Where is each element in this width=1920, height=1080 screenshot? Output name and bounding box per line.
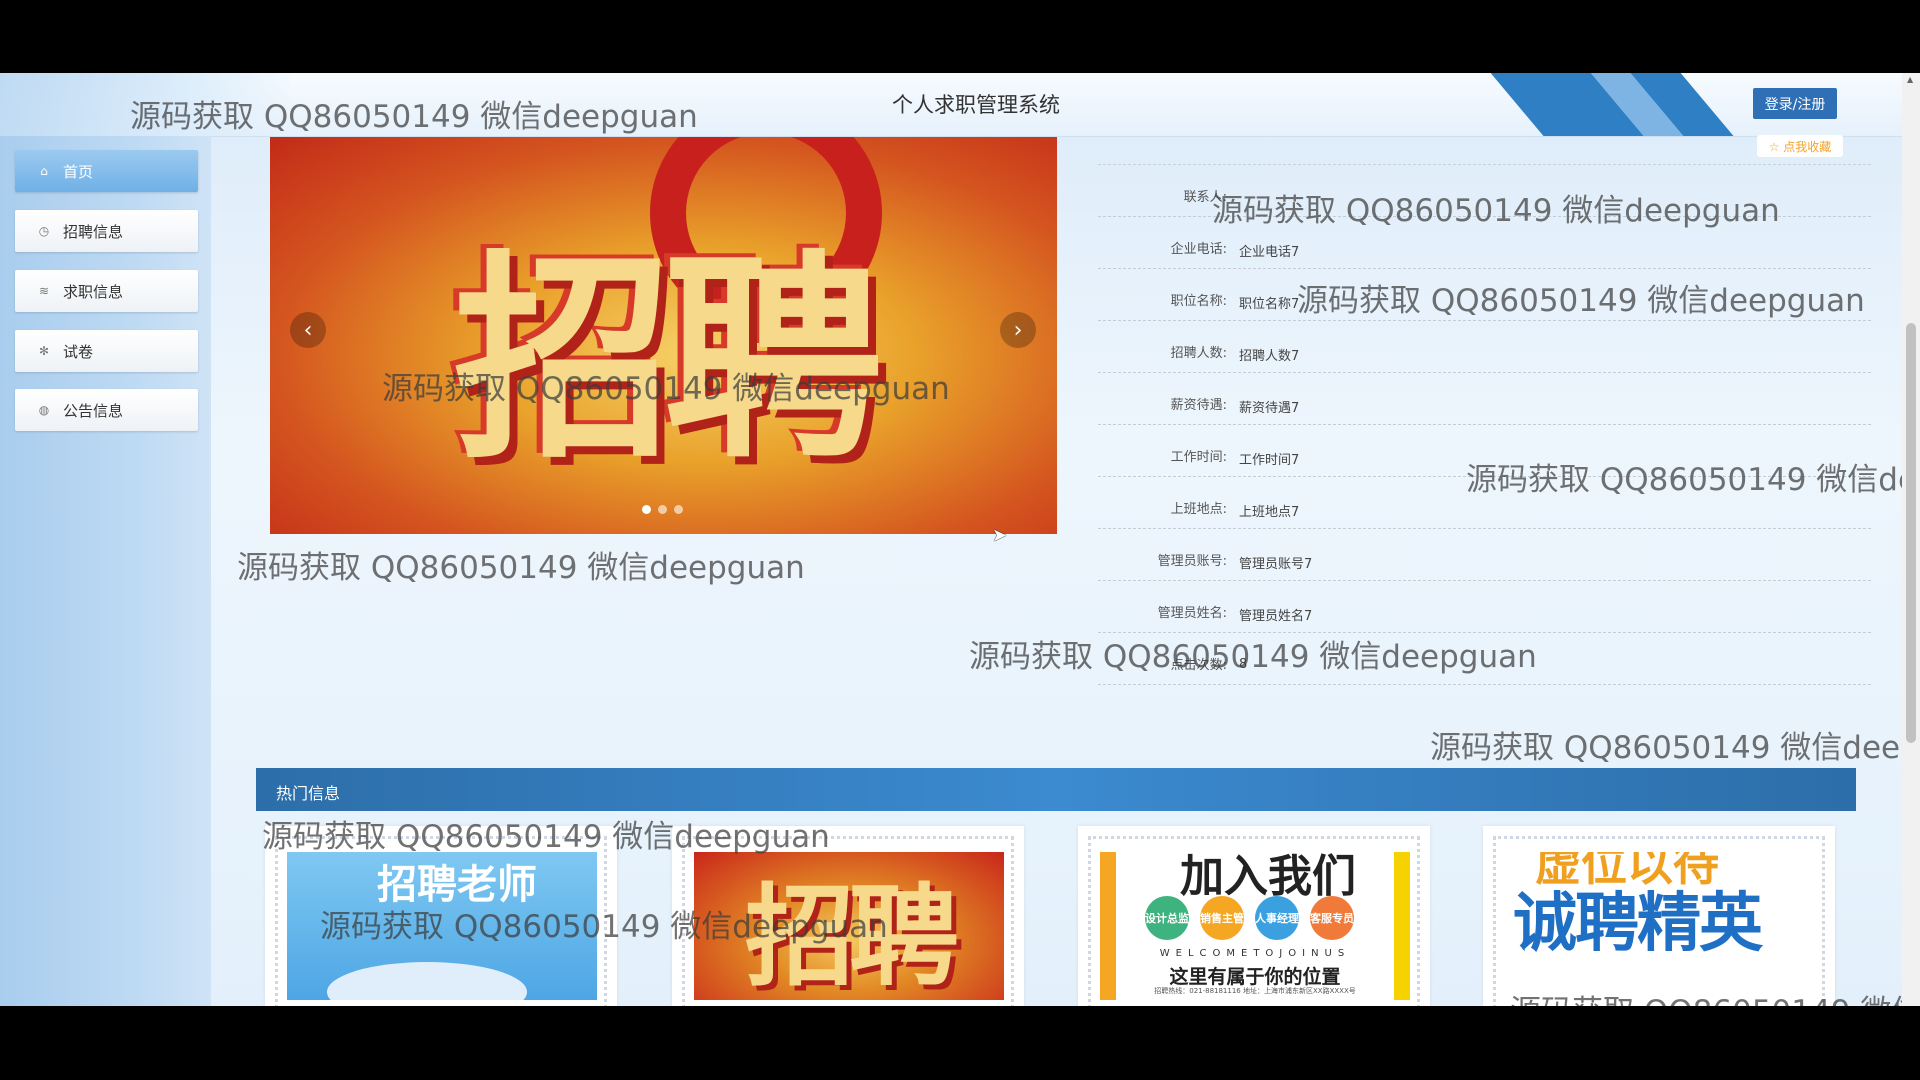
card-image-title: 招聘老师 [377, 861, 537, 908]
detail-label: 点击次数: [1170, 658, 1227, 673]
page-scrollbar[interactable]: ▲ [1902, 73, 1920, 1006]
site-header: 个人求职管理系统 登录/注册 [0, 73, 1920, 137]
card-circle: 设计总监 [1145, 896, 1189, 940]
detail-row-headcount: 招聘人数: 招聘人数7 [1098, 320, 1871, 373]
carousel-dot[interactable] [658, 505, 667, 514]
card-circle: 客服专员 [1310, 896, 1354, 940]
detail-row-position: 职位名称: 职位名称7 [1098, 268, 1871, 321]
card-slogan: 这里有属于你的位置 [1169, 966, 1341, 988]
sidebar-item-job-seeking[interactable]: ≋ 求职信息 [15, 270, 198, 312]
asterisk-icon: ✻ [38, 344, 50, 358]
detail-label: 职位名称: [1170, 294, 1227, 309]
watermark: 源码获取 QQ86050149 微信deepguan [1430, 730, 1920, 766]
detail-value: 职位名称7 [1239, 297, 1300, 312]
sidebar-item-exam[interactable]: ✻ 试卷 [15, 330, 198, 372]
detail-value: 企业电话7 [1239, 245, 1300, 260]
card-welcome-text: WELCOMETOJOINUS [1159, 948, 1351, 959]
hot-info-title: 热门信息 [276, 784, 341, 803]
card-image-line2: 诚聘精英 [1513, 886, 1763, 961]
detail-label: 招聘人数: [1170, 346, 1227, 361]
detail-value: 工作时间7 [1239, 453, 1300, 468]
home-icon: ⌂ [40, 164, 48, 178]
hot-card[interactable]: 加入我们 设计总监 销售主管 人事经理 客服专员 WELCOMETOJOINUS… [1078, 826, 1430, 1006]
detail-label: 管理员账号: [1157, 554, 1227, 569]
sidebar-item-label: 招聘信息 [63, 222, 124, 241]
sidebar-item-label: 试卷 [63, 342, 94, 361]
hot-card-image[interactable]: 虚位以待 诚聘精英 [1505, 852, 1815, 1000]
card-image-shape [327, 962, 527, 1000]
card-circle: 人事经理 [1255, 896, 1299, 940]
detail-value: 招聘人数7 [1239, 349, 1300, 364]
detail-row-contact: 联系人: [1098, 164, 1871, 217]
login-register-button[interactable]: 登录/注册 [1753, 88, 1837, 119]
hot-card[interactable]: 虚位以待 诚聘精英 [1483, 826, 1835, 1006]
sidebar-item-home[interactable]: ⌂ 首页 [15, 150, 198, 192]
detail-value: 上班地点7 [1239, 505, 1300, 520]
hot-card[interactable]: 招聘老师 [265, 826, 617, 1006]
hot-info-header: 热门信息 [256, 768, 1856, 811]
layers-icon: ≋ [38, 284, 50, 298]
sidebar-item-label: 公告信息 [63, 401, 124, 420]
detail-row-work-hours: 工作时间: 工作时间7 [1098, 424, 1871, 477]
sidebar-item-announcements[interactable]: ◍ 公告信息 [15, 389, 198, 431]
card-image-title: 招聘 [745, 872, 959, 1000]
carousel-prev-arrow-icon[interactable]: ‹ [290, 312, 326, 348]
sidebar-item-label: 首页 [63, 162, 94, 181]
detail-label: 企业电话: [1170, 242, 1227, 257]
card-contact-line: 招聘热线：021-88181116 地址：上海市浦东新区XX路XXXX号 [1154, 987, 1356, 995]
watermark: 源码获取 QQ86050149 微信deepguan [237, 550, 805, 586]
sidebar-nav: ⌂ 首页 ◷ 招聘信息 ≋ 求职信息 ✻ 试卷 ◍ 公告信息 [0, 136, 211, 1006]
carousel-next-arrow-icon[interactable]: › [1000, 312, 1036, 348]
hot-card-image[interactable]: 招聘老师 [287, 852, 597, 1000]
carousel-dot[interactable] [642, 505, 651, 514]
sidebar-item-recruitment[interactable]: ◷ 招聘信息 [15, 210, 198, 252]
detail-row-admin-account: 管理员账号: 管理员账号7 [1098, 528, 1871, 581]
detail-label: 工作时间: [1170, 450, 1227, 465]
detail-value: 管理员姓名7 [1239, 609, 1313, 624]
scroll-thumb[interactable] [1906, 323, 1916, 743]
detail-row-location: 上班地点: 上班地点7 [1098, 476, 1871, 529]
hot-card-image[interactable]: 加入我们 设计总监 销售主管 人事经理 客服专员 WELCOMETOJOINUS… [1100, 852, 1410, 1000]
detail-label: 联系人: [1183, 190, 1227, 205]
browser-viewport: 个人求职管理系统 登录/注册 ⌂ 首页 ◷ 招聘信息 ≋ 求职信息 ✻ 试卷 ◍… [0, 73, 1920, 1006]
detail-row-click-count: 点击次数: 8 [1098, 632, 1871, 685]
sidebar-item-label: 求职信息 [63, 282, 124, 301]
card-circle: 销售主管 [1200, 896, 1244, 940]
detail-value: 薪资待遇7 [1239, 401, 1300, 416]
hot-card[interactable]: 招聘 [672, 826, 1024, 1006]
scroll-up-arrow-icon[interactable]: ▲ [1907, 75, 1913, 84]
carousel-dot[interactable] [674, 505, 683, 514]
detail-row-company-phone: 企业电话: 企业电话7 [1098, 216, 1871, 269]
detail-row-admin-name: 管理员姓名: 管理员姓名7 [1098, 580, 1871, 633]
detail-row-salary: 薪资待遇: 薪资待遇7 [1098, 372, 1871, 425]
detail-label: 薪资待遇: [1170, 398, 1227, 413]
detail-label: 上班地点: [1170, 502, 1227, 517]
carousel-indicators [642, 505, 683, 514]
favorite-button[interactable]: ☆ 点我收藏 [1757, 135, 1843, 157]
clock-icon: ◷ [38, 224, 50, 238]
site-title: 个人求职管理系统 [892, 93, 1060, 117]
hot-card-image[interactable]: 招聘 [694, 852, 1004, 1000]
carousel-image-text: 招聘 [453, 229, 883, 488]
detail-value: 8 [1239, 657, 1248, 672]
detail-value: 管理员账号7 [1239, 557, 1313, 572]
globe-icon: ◍ [38, 403, 50, 417]
detail-label: 管理员姓名: [1157, 606, 1227, 621]
mouse-cursor-icon: ➤ [992, 525, 1008, 546]
image-carousel[interactable]: 招聘 ‹ › [270, 137, 1057, 534]
